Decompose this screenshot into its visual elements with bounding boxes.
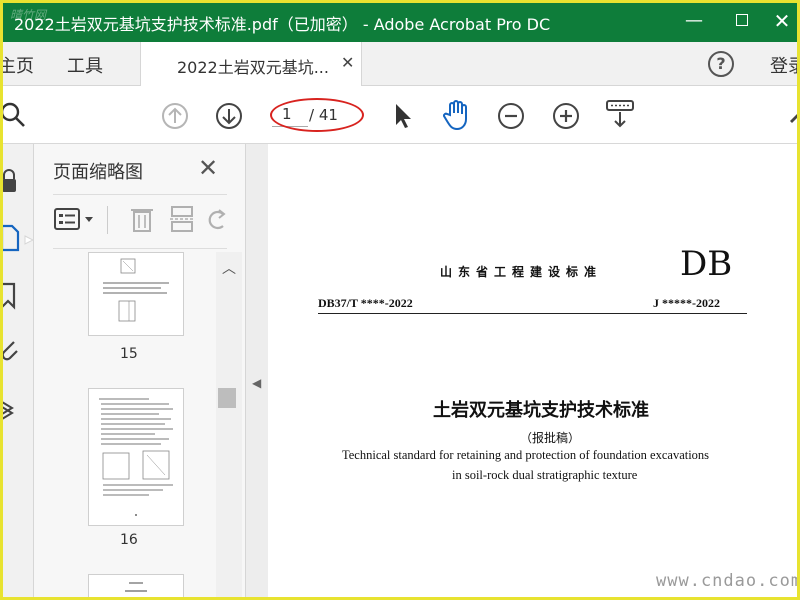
tab-home[interactable]: 主页 (0, 52, 34, 78)
panel-divider-2 (53, 248, 227, 249)
navigation-rail (0, 144, 34, 600)
next-page-icon[interactable] (214, 101, 244, 131)
more-tools-icon[interactable] (788, 101, 800, 131)
thumbnail-page-16[interactable] (88, 388, 184, 526)
doc-header-rule (318, 313, 747, 314)
thumbnail-number: 16 (120, 532, 138, 548)
doc-standard-number: DB37/T ****-2022 (318, 296, 413, 310)
maximize-icon (736, 14, 748, 26)
doc-j-number: J *****-2022 (653, 296, 720, 310)
close-window-button[interactable]: ✕ (768, 8, 796, 34)
thumbnail-content (125, 582, 147, 592)
panel-collapse-strip[interactable]: ◀ (246, 144, 268, 600)
document-tab-label: 2022土岩双元基坑... (177, 58, 329, 77)
hand-tool-icon[interactable] (442, 99, 472, 131)
doc-subtitle: （报批稿） (520, 431, 581, 445)
panel-title: 页面缩略图 (53, 162, 143, 183)
thumbnail-content (103, 258, 169, 322)
document-page (268, 144, 800, 600)
login-button[interactable]: 登录 (770, 52, 800, 78)
minimize-button[interactable]: — (680, 8, 708, 34)
maximize-button[interactable] (728, 8, 756, 34)
site-watermark: www.cndao.com (656, 571, 800, 591)
layers-icon[interactable] (0, 394, 30, 424)
panel-tool-divider (107, 206, 108, 234)
title-bar: 晴竹网 2022土岩双元基坑支护技术标准.pdf（已加密） - Adobe Ac… (0, 0, 800, 42)
thumbnail-list: 15 16 (34, 252, 246, 600)
previous-page-icon[interactable] (160, 101, 190, 131)
close-panel-icon[interactable]: ✕ (198, 154, 218, 182)
panel-toolbar (53, 200, 227, 240)
rotate-page-icon[interactable] (205, 204, 229, 234)
close-tab-icon[interactable]: ✕ (341, 53, 354, 72)
doc-issuer: 山东省工程建设标准 (440, 265, 603, 279)
thumbnails-panel: 页面缩略图 ✕ 15 16 ︿ (34, 144, 246, 600)
tab-document[interactable]: 2022土岩双元基坑... ✕ (140, 42, 362, 86)
thumbnail-page-15[interactable] (88, 252, 184, 336)
attachment-icon[interactable] (0, 336, 30, 366)
toolbar: 1 / 41 (0, 86, 800, 144)
fit-page-icon[interactable] (604, 98, 636, 130)
doc-code-mark: DB (680, 244, 733, 284)
collapse-arrow-icon[interactable]: ◀ (252, 376, 261, 390)
bookmark-icon[interactable] (0, 280, 30, 310)
thumbnail-page-17[interactable] (88, 574, 184, 600)
thumbnail-number: 15 (120, 346, 138, 362)
extract-page-icon[interactable] (169, 204, 195, 234)
window-title: 2022土岩双元基坑支护技术标准.pdf（已加密） - Adobe Acroba… (14, 15, 551, 34)
lock-icon[interactable] (0, 166, 30, 196)
tab-bar: 主页 工具 2022土岩双元基坑... ✕ ? 登录 (0, 42, 800, 86)
panel-divider (53, 194, 227, 195)
red-annotation-ellipse (270, 98, 364, 132)
thumbnail-options-icon[interactable] (53, 206, 99, 234)
select-cursor-icon[interactable] (392, 101, 414, 131)
scrollbar-thumb[interactable] (218, 388, 236, 408)
zoom-in-icon[interactable] (551, 101, 581, 131)
help-icon[interactable]: ? (708, 51, 734, 77)
tab-tools[interactable]: 工具 (67, 52, 103, 78)
search-icon[interactable] (0, 100, 28, 130)
doc-title-cn: 土岩双元基坑支护技术标准 (433, 400, 649, 421)
thumbnail-scrollbar[interactable]: ︿ (216, 252, 242, 600)
doc-title-en-line1: Technical standard for retaining and pro… (342, 448, 710, 462)
delete-page-icon[interactable] (129, 204, 155, 234)
page-thumbnails-icon[interactable] (0, 222, 34, 256)
thumbnail-content (99, 398, 173, 516)
scroll-up-icon[interactable]: ︿ (222, 258, 236, 278)
zoom-out-icon[interactable] (496, 101, 526, 131)
doc-title-en-line2: in soil-rock dual stratigraphic texture (452, 468, 638, 482)
